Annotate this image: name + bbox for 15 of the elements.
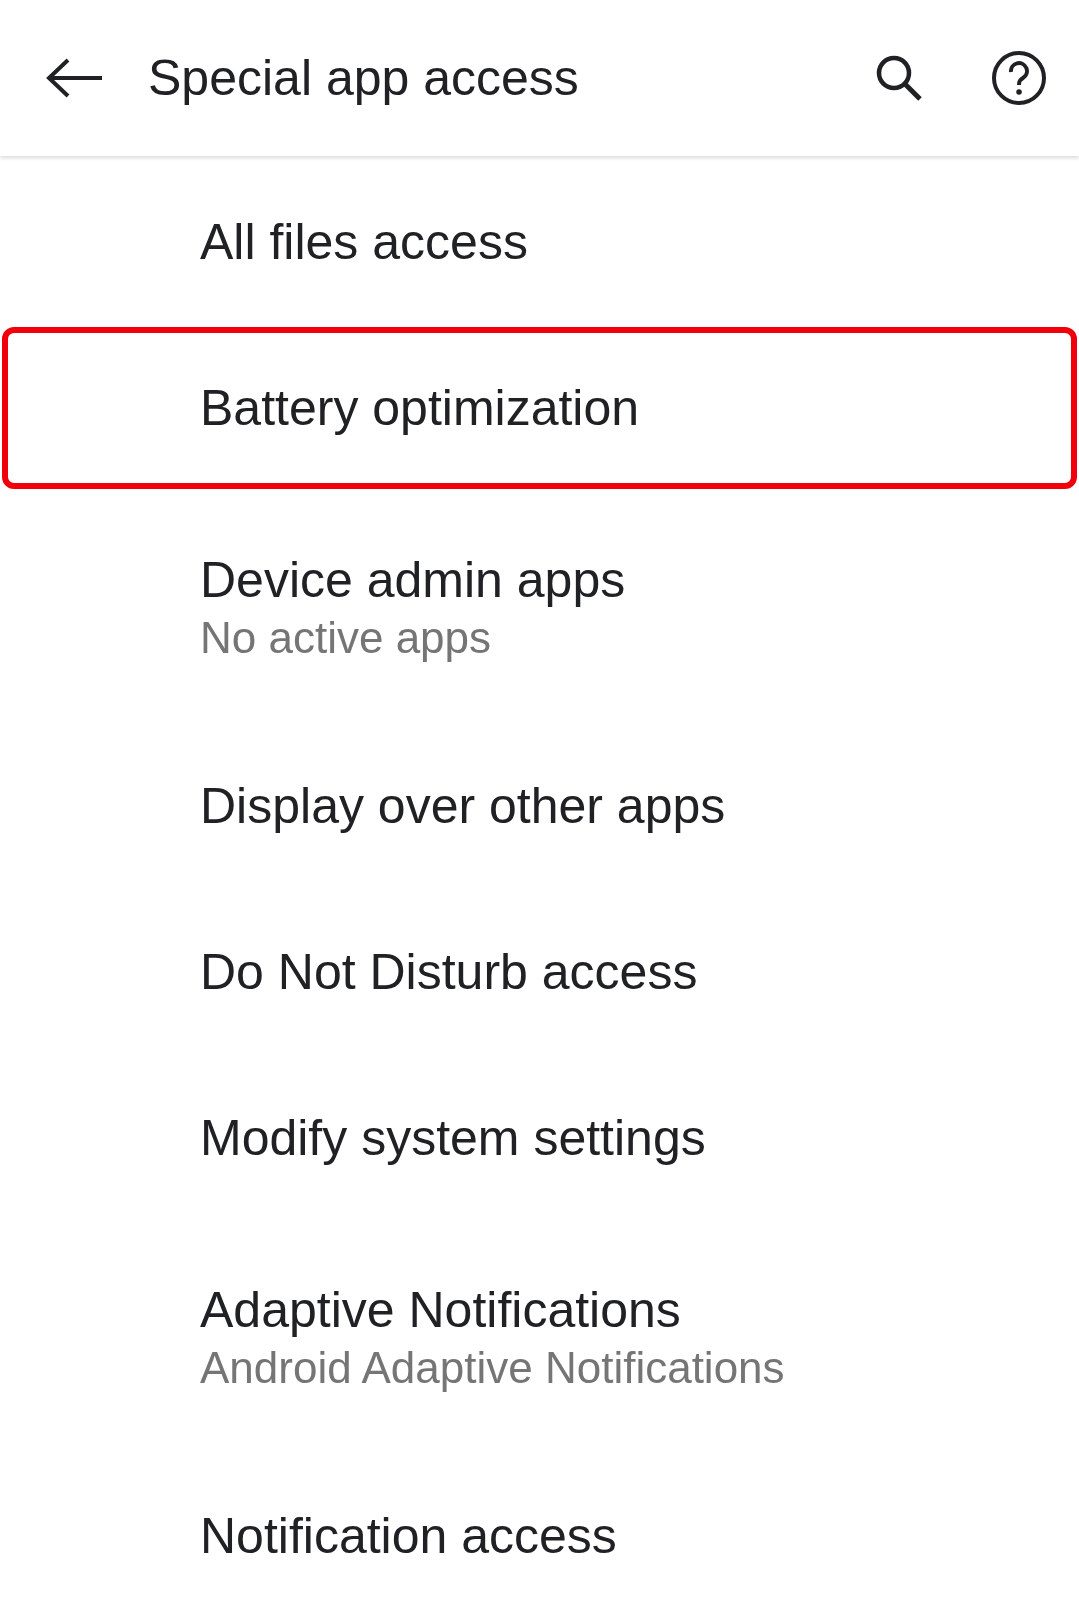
settings-item[interactable]: Battery optimization (0, 325, 1079, 491)
item-title: Adaptive Notifications (200, 1280, 682, 1340)
screen-title: Special app access (148, 49, 580, 108)
item-title: Display over other apps (200, 777, 727, 836)
item-title: All files access (200, 213, 529, 272)
search-icon (874, 53, 924, 103)
item-summary: Android Adaptive Notifications (200, 1341, 786, 1394)
help-icon (991, 50, 1047, 106)
back-arrow-icon (44, 58, 104, 98)
item-summary: No active apps (200, 611, 493, 664)
item-title: Do Not Disturb access (200, 943, 699, 1002)
item-title: Notification access (200, 1507, 618, 1566)
item-title: Modify system settings (200, 1109, 707, 1168)
item-title: Battery optimization (200, 379, 641, 438)
item-title: Device admin apps (200, 550, 627, 610)
